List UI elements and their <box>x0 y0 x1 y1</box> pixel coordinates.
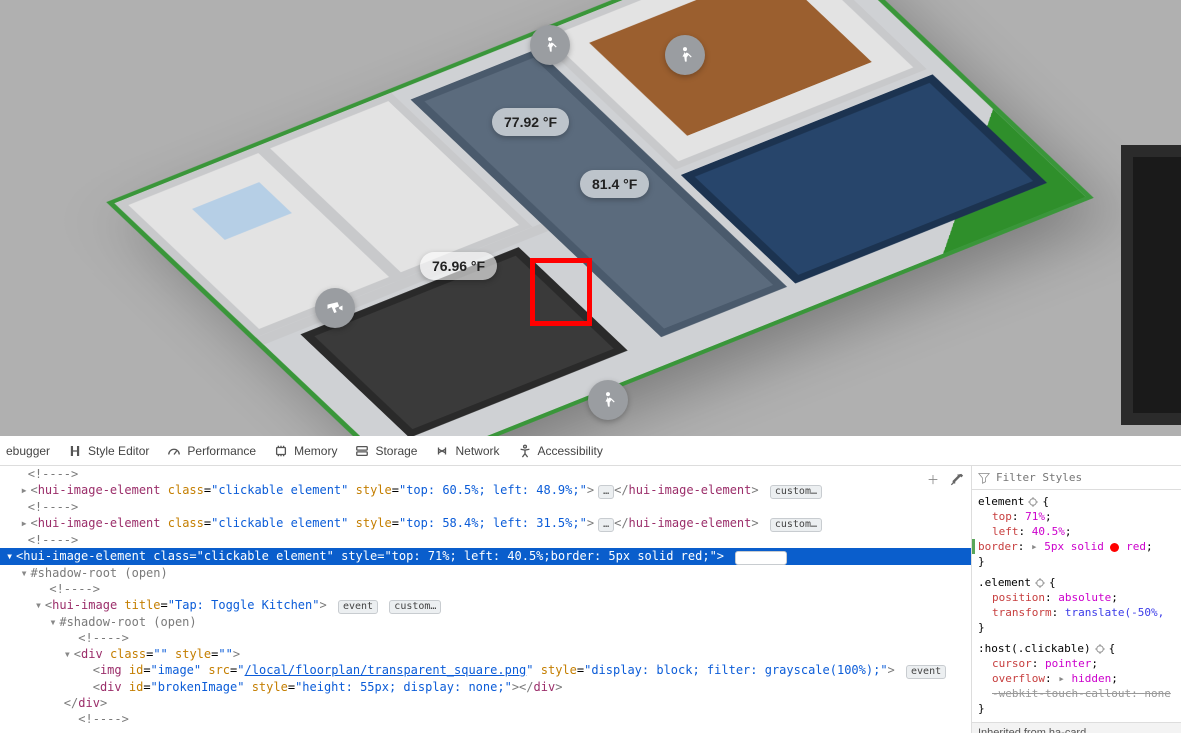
inspector-highlight-box <box>530 258 592 326</box>
dom-node-selected[interactable]: ▾<hui-image-element class="clickable ele… <box>0 548 971 565</box>
devtools-panes: ＋ <!----> ▸<hui-image-element class="cli… <box>0 466 1181 733</box>
style-rule-host-clickable[interactable]: :host(.clickable) { cursor: pointer; ove… <box>978 641 1175 716</box>
style-rule-element[interactable]: element { top: 71%; left: 40.5%; border:… <box>978 494 1175 569</box>
dom-node[interactable]: ▾<hui-image title="Tap: Toggle Kitchen">… <box>0 597 971 614</box>
dom-node[interactable]: <img id="image" src="/local/floorplan/tr… <box>0 662 971 679</box>
styles-filter-input[interactable] <box>996 470 1175 485</box>
dom-tree-pane[interactable]: ＋ <!----> ▸<hui-image-element class="cli… <box>0 466 971 733</box>
dom-comment: <!----> <box>0 711 971 727</box>
floorplan-viewport[interactable]: 77.92 °F 81.4 °F 76.96 °F <box>0 0 1181 436</box>
temp-badge-3[interactable]: 76.96 °F <box>420 252 497 280</box>
dom-node[interactable]: ▸<hui-image-element class="clickable ele… <box>0 515 971 532</box>
eyedropper-icon[interactable] <box>949 472 965 488</box>
temp-badge-1[interactable]: 77.92 °F <box>492 108 569 136</box>
tab-network[interactable]: Network <box>435 444 499 458</box>
dom-shadow-root[interactable]: ▾#shadow-root (open) <box>0 614 971 630</box>
dom-shadow-root[interactable]: ▾#shadow-root (open) <box>0 565 971 581</box>
dom-node[interactable]: <div id="brokenImage" style="height: 55p… <box>0 679 971 695</box>
tab-storage[interactable]: Storage <box>355 444 417 458</box>
dom-comment: <!----> <box>0 630 971 646</box>
styles-pane: element { top: 71%; left: 40.5%; border:… <box>971 466 1181 733</box>
target-icon <box>1028 497 1038 507</box>
dom-comment: <!----> <box>0 581 971 597</box>
floorplan-3d <box>115 0 1086 436</box>
dom-node[interactable]: ▾<div class="" style=""> <box>0 646 971 662</box>
styles-filter[interactable] <box>972 466 1181 490</box>
tab-style-editor[interactable]: Style Editor <box>68 444 149 458</box>
motion-icon[interactable] <box>665 35 705 75</box>
filter-icon <box>978 472 990 484</box>
camera-icon[interactable] <box>315 288 355 328</box>
dom-node[interactable]: ▸<hui-image-element class="clickable ele… <box>0 482 971 499</box>
add-rule-icon[interactable]: ＋ <box>925 472 941 488</box>
dom-comment: <!----> <box>0 499 971 515</box>
dom-comment: <!----> <box>0 532 971 548</box>
tab-debugger[interactable]: ebugger <box>6 444 50 458</box>
temp-badge-2[interactable]: 81.4 °F <box>580 170 649 198</box>
devtools-tabbar: ebugger Style Editor Performance Memory … <box>0 436 1181 466</box>
motion-icon[interactable] <box>530 25 570 65</box>
dom-node-close[interactable]: </div> <box>0 695 971 711</box>
target-icon <box>1035 578 1045 588</box>
motion-icon[interactable] <box>588 380 628 420</box>
side-monitor <box>1121 145 1181 425</box>
style-rule-class-element[interactable]: .element { position: absolute; transform… <box>978 575 1175 635</box>
tab-performance[interactable]: Performance <box>167 444 256 458</box>
tab-memory[interactable]: Memory <box>274 444 337 458</box>
target-icon <box>1095 644 1105 654</box>
dom-comment: <!----> <box>0 466 971 482</box>
inherited-from-label: Inherited from ha-card <box>972 722 1181 733</box>
tab-accessibility[interactable]: Accessibility <box>518 444 603 458</box>
